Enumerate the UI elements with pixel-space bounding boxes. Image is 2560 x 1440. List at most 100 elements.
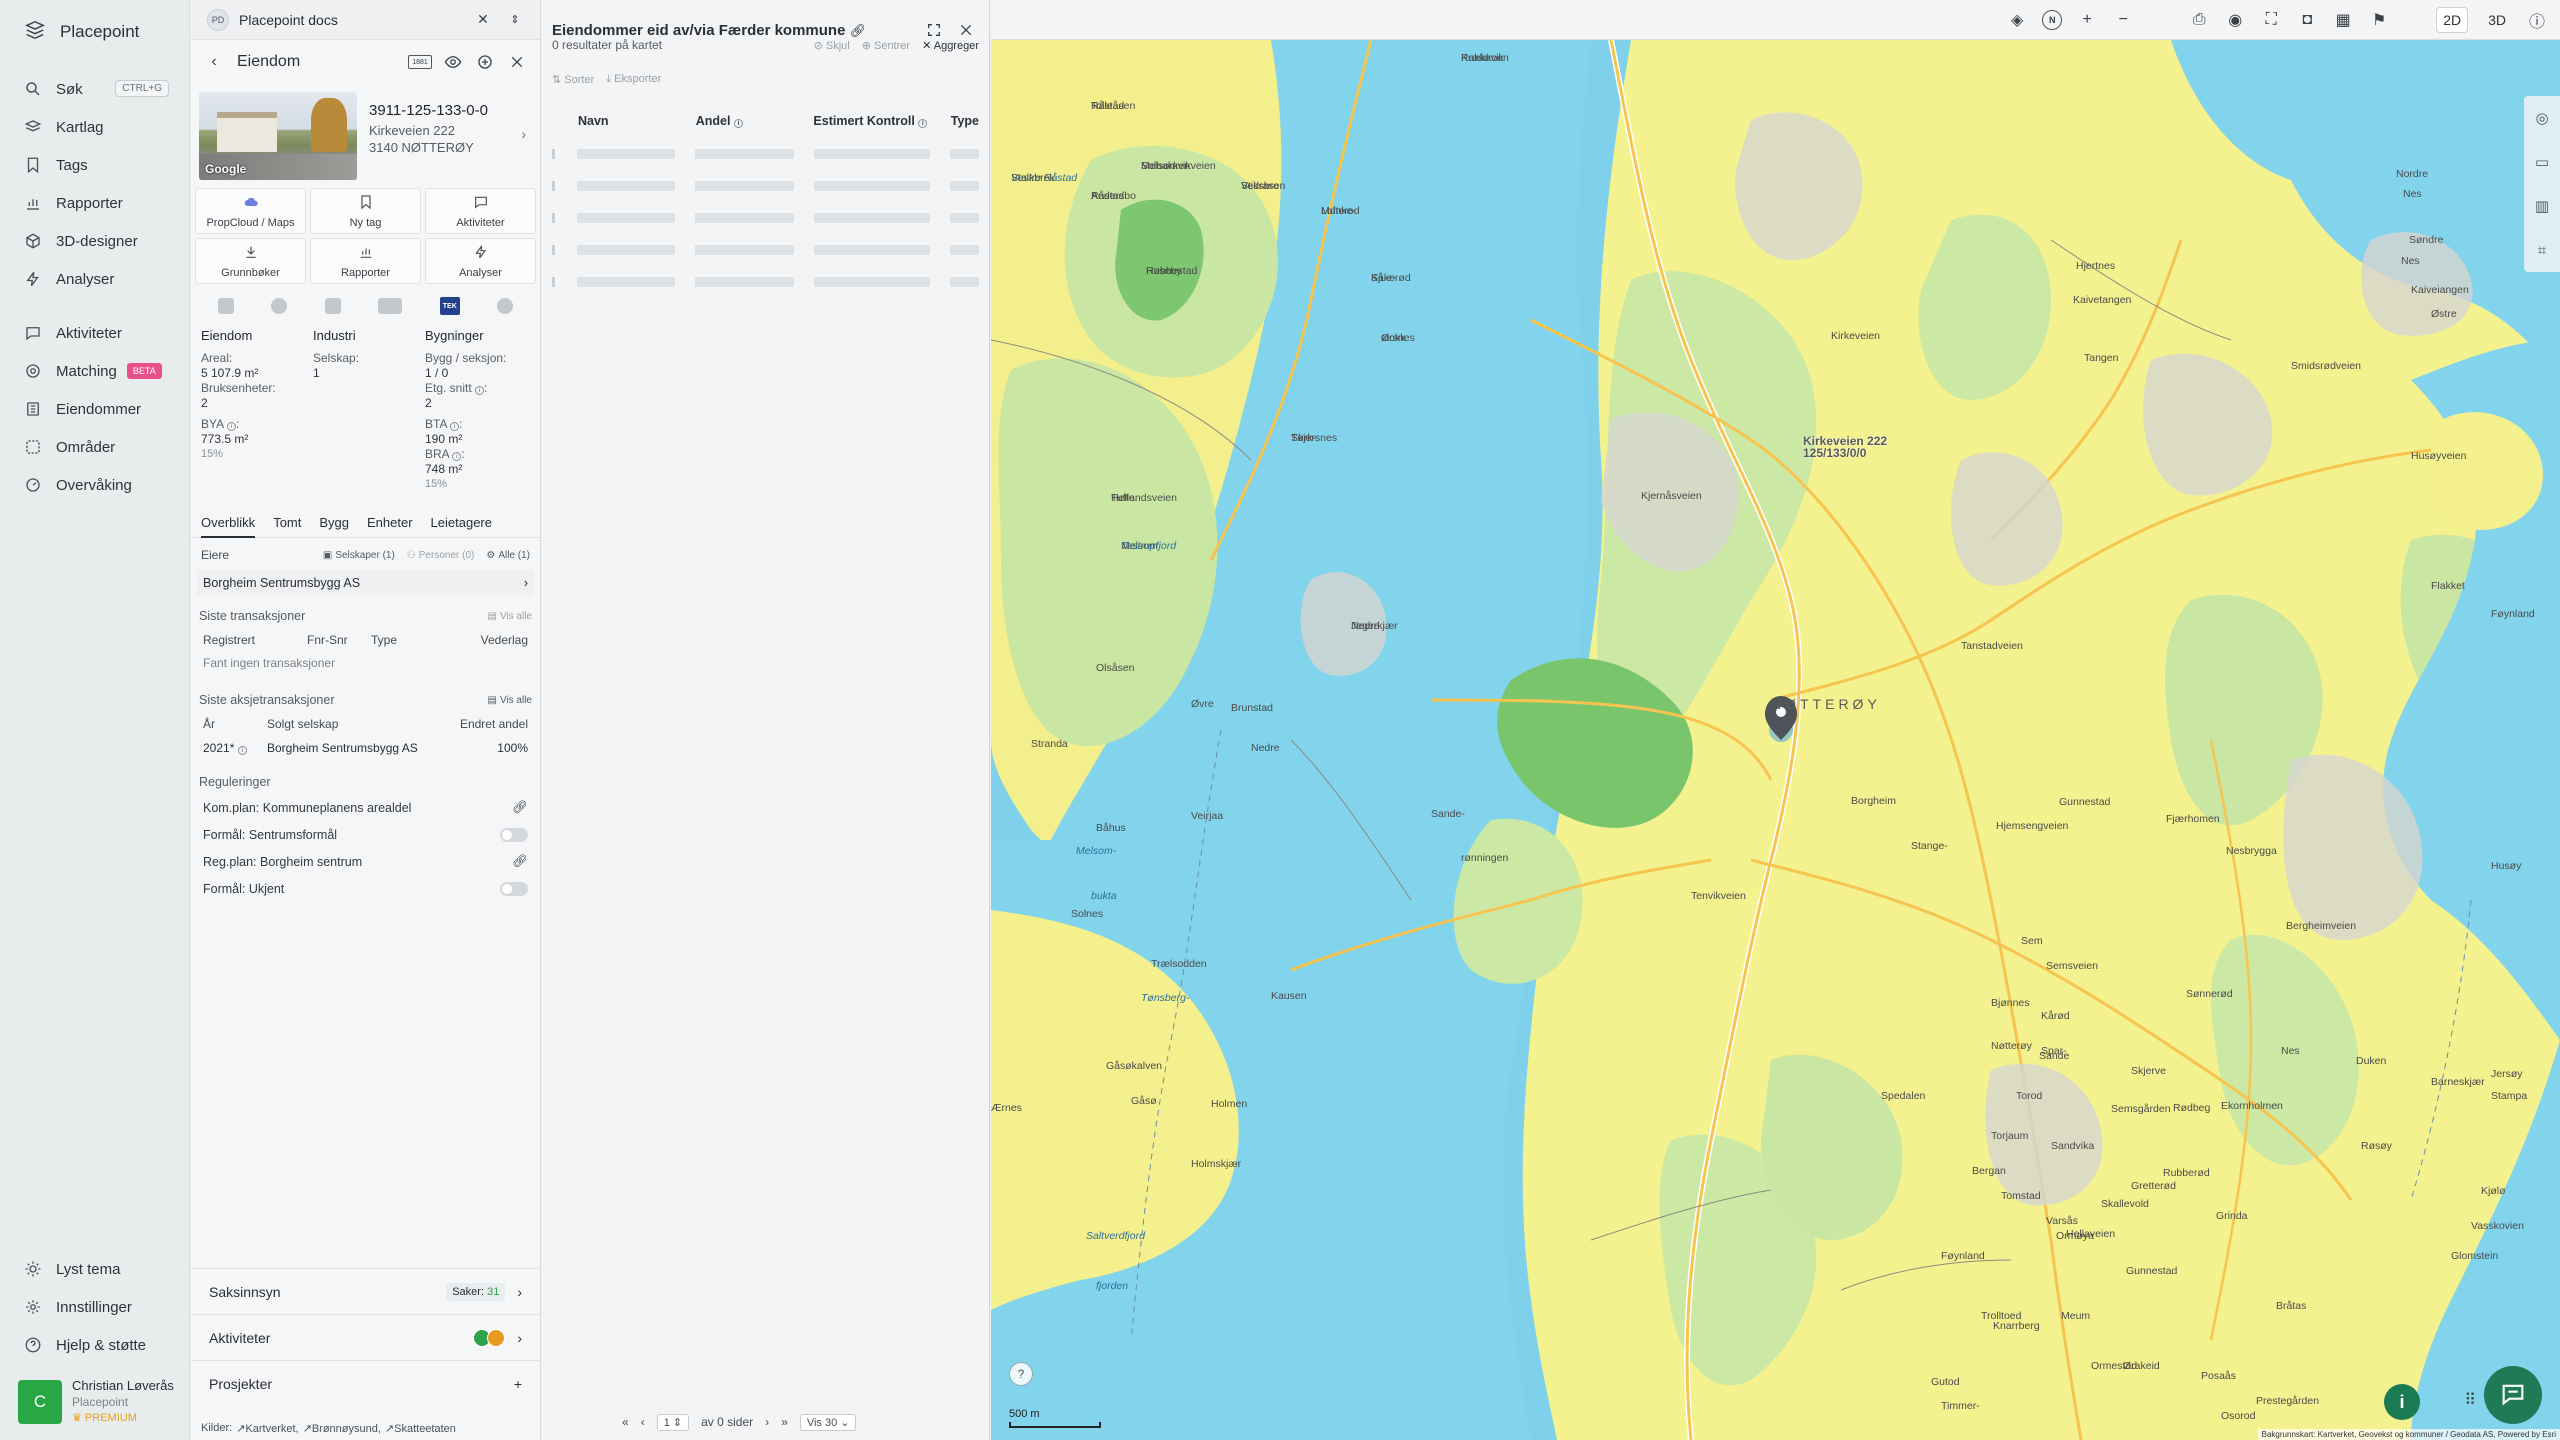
tab-tomt[interactable]: Tomt: [273, 515, 301, 530]
first-page-icon[interactable]: «: [622, 1415, 629, 1429]
nav-item-rapporter[interactable]: Rapporter: [0, 184, 189, 222]
plus-icon[interactable]: +: [514, 1376, 522, 1392]
chevron-right-icon[interactable]: ›: [521, 126, 526, 142]
nav-item-matching[interactable]: Matching BETA: [0, 352, 189, 390]
regulation-row[interactable]: Kom.plan: Kommuneplanens arealdel 🔗︎: [191, 794, 540, 821]
source-building-icon[interactable]: [378, 298, 403, 314]
regulation-row[interactable]: Formål: Sentrumsformål: [191, 821, 540, 848]
info-icon[interactable]: i: [733, 119, 743, 128]
accordion-saksinnsyn[interactable]: Saksinnsyn Saker: 31 ›: [191, 1268, 540, 1314]
crop-icon[interactable]: ⌗: [2524, 228, 2560, 272]
grid-icon[interactable]: ▦: [2332, 9, 2354, 31]
close-icon[interactable]: [506, 51, 528, 73]
tek-icon[interactable]: TEK: [439, 297, 460, 315]
sort-button[interactable]: ⇅ Sorter: [552, 73, 594, 86]
last-page-icon[interactable]: »: [781, 1415, 788, 1429]
column-header[interactable]: Estimert Kontroll i: [813, 114, 950, 128]
layers-stack-icon[interactable]: ◈: [2006, 9, 2028, 31]
page-number-input[interactable]: 1 ⇕: [656, 1413, 690, 1431]
source-globe-icon[interactable]: [271, 298, 288, 314]
drag-handle-icon[interactable]: ⠿: [2464, 1390, 2476, 1410]
hide-button[interactable]: ⊘ Skjul: [814, 39, 850, 52]
transactions-show-all[interactable]: ▤ Vis alle: [487, 611, 532, 622]
user-card[interactable]: C Christian Løverås Placepoint ♛ PREMIUM: [18, 1378, 178, 1426]
share-tx-show-all[interactable]: ▤ Vis alle: [487, 695, 532, 706]
globe-layers-icon[interactable]: ◎: [2524, 96, 2560, 140]
eye-icon[interactable]: [442, 51, 464, 73]
reports-button[interactable]: Rapporter: [310, 238, 421, 284]
nav-item-tags[interactable]: Tags: [0, 146, 189, 184]
nav-item-overvaking[interactable]: Overvåking: [0, 466, 189, 504]
info-icon[interactable]: i: [226, 422, 236, 431]
zoom-out-icon[interactable]: −: [2112, 9, 2134, 31]
1881-badge-icon[interactable]: 1881: [408, 55, 432, 69]
filter-persons[interactable]: ⚇ Personer (0): [407, 550, 475, 561]
propcloud-maps-button[interactable]: PropCloud / Maps: [195, 188, 306, 234]
analyses-button[interactable]: Analyser: [425, 238, 536, 284]
zoom-in-icon[interactable]: +: [2076, 9, 2098, 31]
regulation-toggle[interactable]: [500, 827, 528, 842]
link-icon[interactable]: 🔗︎: [850, 23, 867, 38]
nav-item-omrader[interactable]: Områder: [0, 428, 189, 466]
aggregate-button[interactable]: ✕ Aggreger: [922, 39, 979, 52]
nav-item-help[interactable]: Hjelp & støtte: [0, 1326, 190, 1364]
nav-item-eiendommer[interactable]: Eiendommer: [0, 390, 189, 428]
camera-icon[interactable]: ◘: [2296, 9, 2318, 31]
filter-all[interactable]: ⚙ Alle (1): [486, 550, 530, 561]
docs-tab[interactable]: PD Placepoint docs ✕ ⇕: [191, 0, 540, 40]
prev-page-icon[interactable]: ‹: [641, 1415, 645, 1429]
column-header[interactable]: Andel i: [696, 114, 814, 128]
next-page-icon[interactable]: ›: [765, 1415, 769, 1429]
source-house-icon[interactable]: [497, 298, 514, 314]
help-icon[interactable]: ?: [1009, 1362, 1033, 1386]
source-link[interactable]: ↗Brønnøysund,: [303, 1422, 381, 1435]
chat-button[interactable]: [2484, 1366, 2542, 1424]
chart-icon[interactable]: ▥: [2524, 184, 2560, 228]
tab-bygg[interactable]: Bygg: [319, 515, 349, 530]
tab-leietagere[interactable]: Leietagere: [431, 515, 492, 530]
source-factory-icon[interactable]: [324, 298, 341, 314]
filter-companies[interactable]: ▣ Selskaper (1): [323, 550, 395, 561]
info-icon[interactable]: i: [237, 746, 247, 755]
tab-enheter[interactable]: Enheter: [367, 515, 413, 530]
accordion-aktiviteter[interactable]: Aktiviteter ›: [191, 1314, 540, 1360]
per-page-select[interactable]: Vis 30 ⌄: [799, 1413, 857, 1431]
back-icon[interactable]: ‹: [203, 51, 225, 73]
compass-icon[interactable]: N: [2042, 9, 2063, 30]
nav-item-settings[interactable]: Innstillinger: [0, 1288, 190, 1326]
regulation-toggle[interactable]: [500, 881, 528, 896]
nav-item-theme[interactable]: Lyst tema: [0, 1250, 190, 1288]
source-link[interactable]: ↗Skatteetaten: [385, 1422, 456, 1435]
toggle-3d-button[interactable]: 3D: [2482, 8, 2512, 32]
street-view-photo[interactable]: Google: [199, 92, 357, 180]
info-icon[interactable]: i: [475, 386, 485, 395]
nav-item-search[interactable]: Søk CTRL+G: [0, 70, 189, 108]
grunnboker-button[interactable]: Grunnbøker: [195, 238, 306, 284]
regulation-row[interactable]: Formål: Ukjent: [191, 875, 540, 902]
center-button[interactable]: ⊕ Sentrer: [862, 39, 910, 52]
source-table-icon[interactable]: [217, 298, 234, 314]
column-header[interactable]: Navn: [578, 114, 696, 128]
table-row[interactable]: 2021* i Borgheim Sentrumsbygg AS 100%: [191, 736, 540, 760]
link-icon[interactable]: 🔗︎: [512, 800, 528, 815]
add-circle-icon[interactable]: [474, 51, 496, 73]
link-icon[interactable]: 🔗︎: [512, 854, 528, 869]
owner-row[interactable]: Borgheim Sentrumsbygg AS ›: [197, 570, 534, 596]
nav-item-kartlag[interactable]: Kartlag: [0, 108, 189, 146]
bookmark-icon[interactable]: ⚑: [2368, 9, 2390, 31]
nav-item-aktiviteter[interactable]: Aktiviteter: [0, 314, 189, 352]
source-link[interactable]: ↗Kartverket,: [236, 1422, 298, 1435]
tab-overblikk[interactable]: Overblikk: [201, 507, 256, 538]
nav-item-analyser[interactable]: Analyser: [0, 260, 189, 298]
column-header[interactable]: Type: [951, 114, 979, 128]
toggle-2d-button[interactable]: 2D: [2436, 6, 2469, 33]
info-button[interactable]: i: [2384, 1384, 2420, 1420]
nav-item-3d-designer[interactable]: 3D-designer: [0, 222, 189, 260]
property-marker-label[interactable]: Kirkeveien 222 125/133/0/0: [1803, 435, 1887, 459]
fullscreen-icon[interactable]: ⛶: [2260, 9, 2282, 31]
print-icon[interactable]: ⎙: [2188, 9, 2210, 31]
close-icon[interactable]: ✕: [472, 9, 494, 31]
brand[interactable]: Placepoint: [0, 0, 189, 64]
measure-icon[interactable]: ▭: [2524, 140, 2560, 184]
info-icon[interactable]: i: [450, 422, 460, 431]
